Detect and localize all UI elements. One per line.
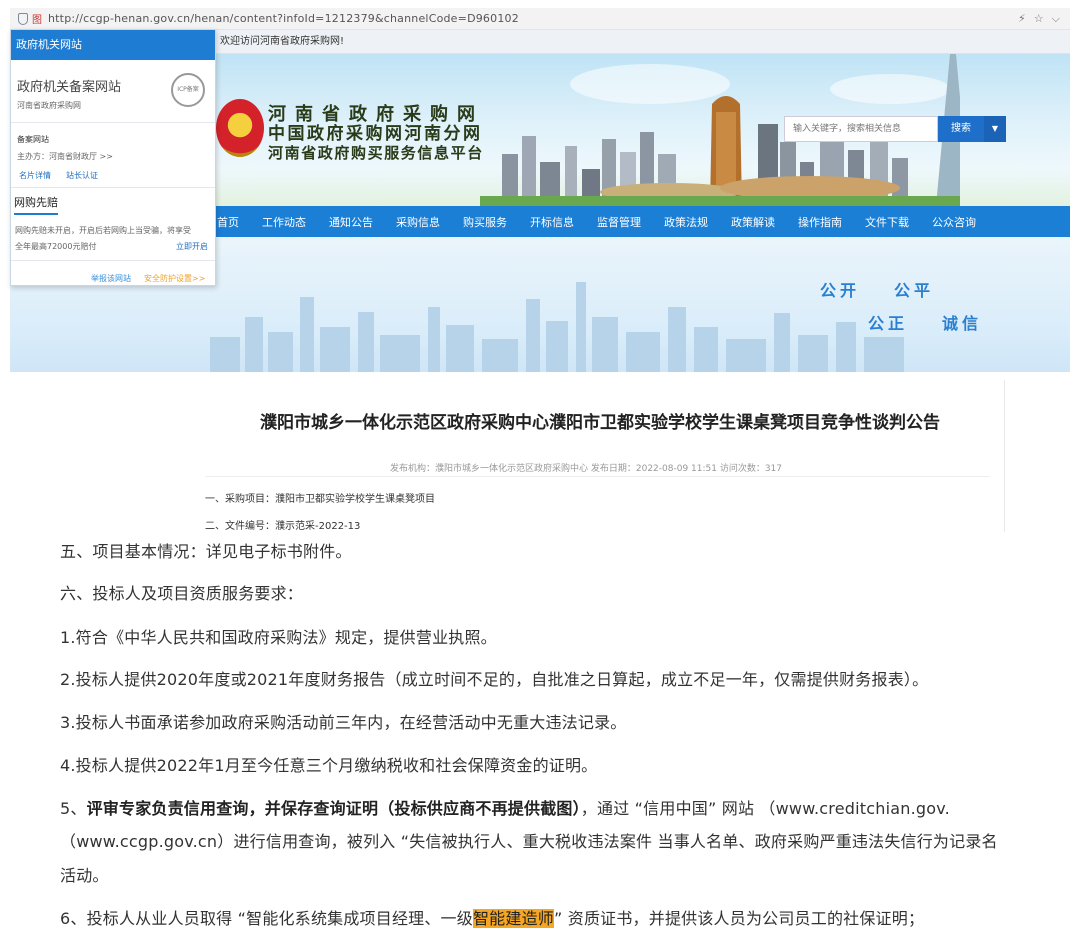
requirement-5-line3: 活动。 <box>60 866 109 885</box>
url-text[interactable]: http://ccgp-henan.gov.cn/henan/content?i… <box>48 12 1018 25</box>
requirement-4: 4.投标人提供2022年1月至今任意三个月缴纳税收和社会保障资金的证明。 <box>60 756 598 775</box>
site-titles: 河南省政府采购网 中国政府采购网河南分网 河南省政府购买服务信息平台 <box>268 104 484 162</box>
article-meta: 发布机构：濮阳市城乡一体化示范区政府采购中心 发布日期：2022-08-09 1… <box>390 464 783 474</box>
site-title-1: 河南省政府采购网 <box>268 104 484 125</box>
panel-subtitle: 河南省政府采购网 <box>17 101 81 110</box>
panel-header: 政府机关网站 <box>11 30 215 60</box>
enable-now-link[interactable]: 立即开启 <box>176 241 208 252</box>
icp-record-panel: 政府机关网站 政府机关备案网站 河南省政府采购网 ICP备案 备案网站 主办方：… <box>10 29 216 286</box>
search-dropdown-icon[interactable]: ▼ <box>984 116 1006 142</box>
card-detail-link[interactable]: 名片详情 <box>19 170 51 181</box>
nav-item-4[interactable]: 购买服务 <box>463 214 507 230</box>
nav-item-11[interactable]: 公众咨询 <box>932 214 976 230</box>
chevron-down-icon[interactable]: ⌵ <box>1052 12 1060 26</box>
site-title-3: 河南省政府购买服务信息平台 <box>268 144 484 162</box>
nav-item-6[interactable]: 监督管理 <box>597 214 641 230</box>
requirement-6-post: ” 资质证书，并提供该人员为公司员工的社保证明； <box>553 909 925 928</box>
search-button[interactable]: 搜索 <box>938 116 984 142</box>
article-header: 濮阳市城乡一体化示范区政府采购中心濮阳市卫都实验学校学生课桌凳项目竞争性谈判公告… <box>195 380 1005 532</box>
lightning-icon[interactable]: ⚡ <box>1018 12 1026 26</box>
slogan-honest: 诚信 <box>942 314 983 333</box>
slogan-open: 公开 <box>820 281 861 300</box>
document-number: 二、文件编号：濮示范采-2022-13 <box>205 521 361 532</box>
requirement-5-line2: （www.ccgp.gov.cn）进行信用查询，被列入 “失信被执行人、重大税收… <box>60 832 998 851</box>
shield-icon <box>18 12 28 25</box>
section-6: 六、投标人及项目资质服务要求： <box>60 584 304 603</box>
address-bar[interactable]: 图 http://ccgp-henan.gov.cn/henan/content… <box>10 8 1070 30</box>
webmaster-verify-link[interactable]: 站长认证 <box>66 170 98 181</box>
requirement-2: 2.投标人提供2020年度或2021年度财务报告（成立时间不足的，自批准之日算起… <box>60 670 929 689</box>
nav-item-10[interactable]: 文件下载 <box>865 214 909 230</box>
sponsor-text: 主办方：河南省财政厅 >> <box>17 152 113 161</box>
nav-item-5[interactable]: 开标信息 <box>530 214 574 230</box>
nav-item-0[interactable]: 首页 <box>217 214 239 230</box>
protection-desc-1: 网购先赔未开启，开启后若网购上当受骗，将享受 <box>15 226 191 235</box>
nav-item-3[interactable]: 采购信息 <box>396 214 440 230</box>
nav-item-9[interactable]: 操作指南 <box>798 214 842 230</box>
panel-title: 政府机关备案网站 <box>17 80 122 95</box>
protection-desc-2: 全年最高72000元赔付 <box>15 242 97 251</box>
icp-seal-icon: ICP备案 <box>171 73 205 107</box>
nav-item-8[interactable]: 政策解读 <box>731 214 775 230</box>
report-site-link[interactable]: 举报该网站 <box>91 273 131 284</box>
article-body-zoomed: 五、项目基本情况：详见电子标书附件。 六、投标人及项目资质服务要求： 1.符合《… <box>0 532 1080 930</box>
nav-item-7[interactable]: 政策法规 <box>664 214 708 230</box>
national-emblem <box>216 99 264 157</box>
article-title: 濮阳市城乡一体化示范区政府采购中心濮阳市卫都实验学校学生课桌凳项目竞争性谈判公告 <box>260 413 940 433</box>
record-label: 备案网站 <box>17 135 49 144</box>
requirement-5-number: 5、 <box>60 799 87 818</box>
tab-buyer-protection[interactable]: 网购先赔 <box>14 194 58 215</box>
requirement-1: 1.符合《中华人民共和国政府采购法》规定，提供营业执照。 <box>60 628 497 647</box>
requirement-5-rest: ，通过 “信用中国” 网站 （www.creditchian.gov. <box>580 799 950 818</box>
requirement-6: 6、投标人从业人员取得 “智能化系统集成项目经理、一级智能建造师” 资质证书，并… <box>60 905 924 929</box>
procurement-item: 一、采购项目：濮阳市卫都实验学校学生课桌凳项目 <box>205 494 435 505</box>
search-input[interactable]: 输入关键字，搜索相关信息 <box>784 116 938 142</box>
highlighted-term: 智能建造师 <box>472 909 554 928</box>
star-icon[interactable]: ☆ <box>1034 12 1044 26</box>
image-blocked-icon: 图 <box>32 15 42 26</box>
site-title-2: 中国政府采购网河南分网 <box>268 124 483 144</box>
section-5: 五、项目基本情况：详见电子标书附件。 <box>60 542 352 561</box>
requirement-5-line1: 5、评审专家负责信用查询，并保存查询证明（投标供应商不再提供截图），通过 “信用… <box>60 795 950 819</box>
slogan-just: 公正 <box>868 314 909 333</box>
nav-item-2[interactable]: 通知公告 <box>329 214 373 230</box>
requirement-6-pre: 6、投标人从业人员取得 “智能化系统集成项目经理、一级 <box>60 909 473 928</box>
requirement-3: 3.投标人书面承诺参加政府采购活动前三年内，在经营活动中无重大违法记录。 <box>60 713 627 732</box>
slogan-fair: 公平 <box>894 281 935 300</box>
safety-settings-link[interactable]: 安全防护设置>> <box>144 273 205 284</box>
nav-item-1[interactable]: 工作动态 <box>262 214 306 230</box>
hero-skyline-illustration <box>210 282 904 372</box>
requirement-5-bold: 评审专家负责信用查询，并保存查询证明（投标供应商不再提供截图） <box>86 799 581 818</box>
